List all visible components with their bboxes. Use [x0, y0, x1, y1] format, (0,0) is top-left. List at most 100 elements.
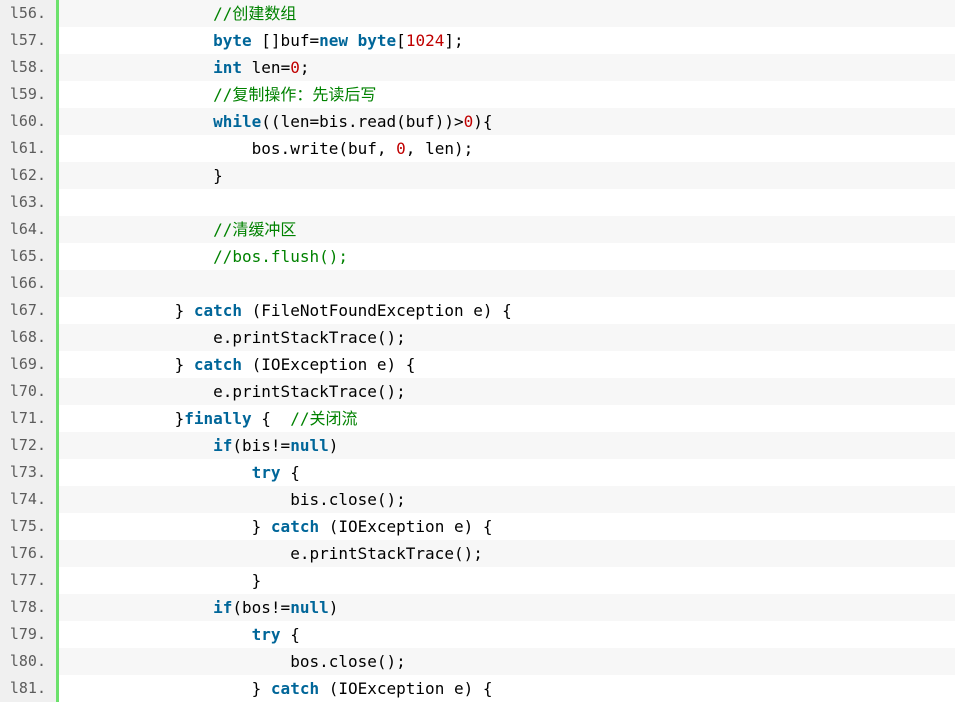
line-number: l65. — [0, 243, 59, 270]
code-keyword: catch — [193, 301, 243, 320]
code-plain: ){ — [473, 112, 493, 131]
code-keyword: null — [290, 598, 329, 617]
line-number-text: l65. — [9, 247, 46, 265]
code-line: l69. } catch (IOException e) { — [0, 351, 955, 378]
code-line: l65. //bos.flush(); — [0, 243, 955, 270]
code-plain: { — [280, 463, 300, 482]
line-number-text: l69. — [9, 355, 46, 373]
line-number: l72. — [0, 432, 59, 459]
code-plain: len= — [242, 58, 291, 77]
code-plain: e.printStackTrace(); — [290, 544, 483, 563]
line-number: l71. — [0, 405, 59, 432]
code-text: //复制操作：先读后写 — [59, 81, 376, 108]
code-plain: ; — [299, 58, 310, 77]
code-line: l59. //复制操作：先读后写 — [0, 81, 955, 108]
line-number: l62. — [0, 162, 59, 189]
code-text: if(bis!=null) — [59, 432, 338, 459]
line-number: l73. — [0, 459, 59, 486]
code-line: l75. } catch (IOException e) { — [0, 513, 955, 540]
code-plain: } — [251, 571, 262, 590]
code-line: l60. while((len=bis.read(buf))>0){ — [0, 108, 955, 135]
code-text: int len=0; — [59, 54, 309, 81]
code-keyword: catch — [270, 517, 320, 536]
line-number-text: l78. — [9, 598, 46, 616]
code-plain: (IOException e) { — [319, 679, 493, 698]
code-viewer: l56. //创建数组 l57. byte []buf=new byte[1024… — [0, 0, 955, 708]
code-line: l58. int len=0; — [0, 54, 955, 81]
code-comment: //清缓冲区 — [213, 220, 297, 239]
line-number: l77. — [0, 567, 59, 594]
code-line: l66. — [0, 270, 955, 297]
code-plain: ]; — [444, 31, 464, 50]
code-plain: , len); — [405, 139, 474, 158]
code-text: bos.write(buf, 0, len); — [59, 135, 474, 162]
line-number-text: l59. — [9, 85, 46, 103]
code-plain: (bos!= — [232, 598, 291, 617]
code-text: } catch (IOException e) { — [59, 675, 493, 702]
code-plain: } — [174, 301, 194, 320]
code-keyword: null — [290, 436, 329, 455]
code-keyword: int — [213, 58, 243, 77]
code-keyword: catch — [193, 355, 243, 374]
code-line: l67. } catch (FileNotFoundException e) { — [0, 297, 955, 324]
line-number: l74. — [0, 486, 59, 513]
line-number-text: l72. — [9, 436, 46, 454]
line-number-text: l57. — [9, 31, 46, 49]
code-plain: } — [174, 355, 194, 374]
code-plain: ((len=bis.read(buf))> — [261, 112, 464, 131]
line-number: l66. — [0, 270, 59, 297]
code-line: l72. if(bis!=null) — [0, 432, 955, 459]
line-number-text: l68. — [9, 328, 46, 346]
line-number: l57. — [0, 27, 59, 54]
code-text: //清缓冲区 — [59, 216, 296, 243]
code-keyword: if — [213, 436, 233, 455]
code-comment: //复制操作：先读后写 — [213, 85, 377, 104]
line-number-text: l74. — [9, 490, 46, 508]
line-number: l56. — [0, 0, 59, 27]
line-number-text: l80. — [9, 652, 46, 670]
code-comment: //创建数组 — [213, 4, 297, 23]
code-comment: //bos.flush(); — [213, 247, 348, 266]
line-number: l58. — [0, 54, 59, 81]
code-line: l80. bos.close(); — [0, 648, 955, 675]
code-number: 1024 — [405, 31, 445, 50]
code-keyword: try — [251, 463, 281, 482]
code-text: bis.close(); — [59, 486, 406, 513]
line-number-text: l64. — [9, 220, 46, 238]
code-line: l68. e.printStackTrace(); — [0, 324, 955, 351]
line-number-text: l75. — [9, 517, 46, 535]
code-line: l73. try { — [0, 459, 955, 486]
code-line: l56. //创建数组 — [0, 0, 955, 27]
line-number: l61. — [0, 135, 59, 162]
code-text: } — [59, 567, 262, 594]
code-text: } — [59, 162, 223, 189]
line-number-text: l81. — [9, 679, 46, 697]
line-number: l60. — [0, 108, 59, 135]
code-text: } catch (IOException e) { — [59, 351, 416, 378]
code-number: 0 — [290, 58, 300, 77]
code-text: }finally { //关闭流 — [59, 405, 358, 432]
line-number-text: l62. — [9, 166, 46, 184]
code-line: l57. byte []buf=new byte[1024]; — [0, 27, 955, 54]
code-text: } catch (FileNotFoundException e) { — [59, 297, 512, 324]
line-number: l81. — [0, 675, 59, 702]
code-line: l76. e.printStackTrace(); — [0, 540, 955, 567]
code-line: l74. bis.close(); — [0, 486, 955, 513]
line-number-text: l76. — [9, 544, 46, 562]
code-plain: bis.close(); — [290, 490, 406, 509]
code-text: //bos.flush(); — [59, 243, 348, 270]
line-number: l67. — [0, 297, 59, 324]
line-number-text: l61. — [9, 139, 46, 157]
line-number: l70. — [0, 378, 59, 405]
code-text: //创建数组 — [59, 0, 296, 27]
